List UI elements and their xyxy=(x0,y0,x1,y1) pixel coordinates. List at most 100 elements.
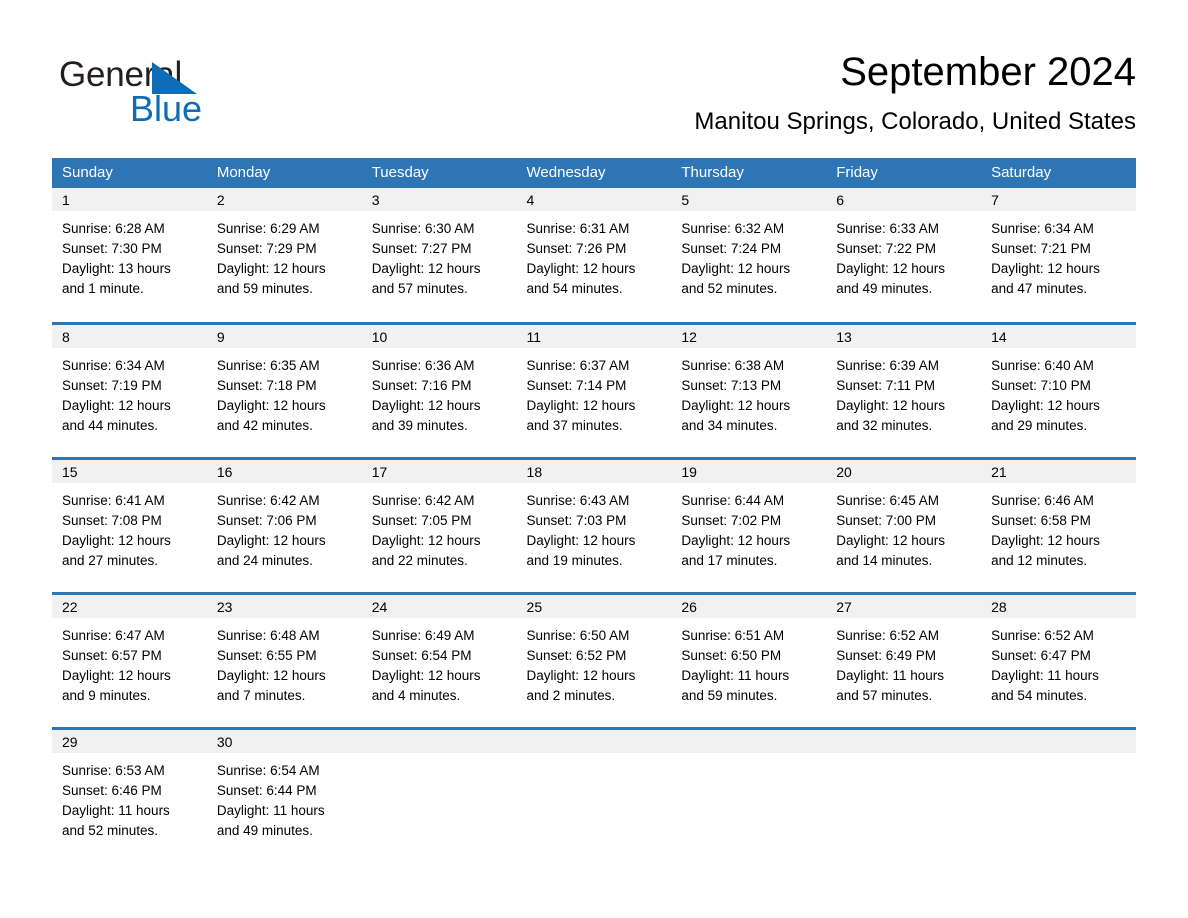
sunset-time: Sunset: 7:00 PM xyxy=(836,512,937,528)
day-number: 27 xyxy=(826,594,982,618)
day-details: Sunrise: 6:29 AM Sunset: 7:29 PM Daylight:… xyxy=(207,211,362,299)
calendar-day-cell[interactable]: 27 Sunrise: 6:52 AM Sunset: 6:49 PM Dayligh… xyxy=(826,591,982,728)
day-details: Sunrise: 6:50 AM Sunset: 6:52 PM Daylight:… xyxy=(517,618,672,706)
day-number: 24 xyxy=(361,594,517,618)
calendar-week-row: 22 Sunrise: 6:47 AM Sunset: 6:57 PM Dayligh… xyxy=(52,591,1136,728)
calendar-day-cell[interactable]: 24 Sunrise: 6:49 AM Sunset: 6:54 PM Dayligh… xyxy=(361,591,517,728)
sunrise-time: Sunrise: 6:49 AM xyxy=(371,627,475,643)
daylight-duration-line-2: and 57 minutes. xyxy=(836,687,933,703)
calendar-day-cell[interactable]: 28 Sunrise: 6:52 AM Sunset: 6:47 PM Dayligh… xyxy=(981,591,1136,728)
calendar-header-row: Sunday Monday Tuesday Wednesday Thursday… xyxy=(52,158,1136,188)
calendar-day-cell[interactable]: 1 Sunrise: 6:28 AM Sunset: 7:30 PM Daylight… xyxy=(52,188,207,323)
day-details: Sunrise: 6:43 AM Sunset: 7:03 PM Daylight:… xyxy=(517,483,672,571)
calendar-day-cell[interactable]: 7 Sunrise: 6:34 AM Sunset: 7:21 PM Daylight… xyxy=(981,188,1136,323)
daylight-duration-line-2: and 17 minutes. xyxy=(681,552,778,568)
sunrise-time: Sunrise: 6:40 AM xyxy=(991,357,1094,373)
day-details: Sunrise: 6:47 AM Sunset: 6:57 PM Daylight:… xyxy=(52,618,207,706)
day-details: Sunrise: 6:44 AM Sunset: 7:02 PM Daylight:… xyxy=(671,483,826,571)
sunset-time: Sunset: 7:03 PM xyxy=(526,512,627,528)
calendar-day-cell[interactable]: 19 Sunrise: 6:44 AM Sunset: 7:02 PM Dayligh… xyxy=(671,456,827,593)
calendar-day-cell[interactable]: 26 Sunrise: 6:51 AM Sunset: 6:50 PM Dayligh… xyxy=(671,591,827,728)
calendar-cell-empty xyxy=(361,726,517,863)
sunrise-time: Sunrise: 6:54 AM xyxy=(216,762,320,778)
calendar-day-cell[interactable]: 11 Sunrise: 6:37 AM Sunset: 7:14 PM Dayligh… xyxy=(516,321,672,458)
daylight-duration-line-1: Daylight: 12 hours xyxy=(216,397,326,413)
daylight-duration-line-2: and 44 minutes. xyxy=(62,417,159,433)
day-details: Sunrise: 6:40 AM Sunset: 7:10 PM Daylight:… xyxy=(981,348,1136,436)
daylight-duration-line-1: Daylight: 12 hours xyxy=(216,667,326,683)
calendar-day-cell[interactable]: 3 Sunrise: 6:30 AM Sunset: 7:27 PM Daylight… xyxy=(361,188,517,323)
calendar-day-cell[interactable]: 15 Sunrise: 6:41 AM Sunset: 7:08 PM Dayligh… xyxy=(52,456,207,593)
sunrise-time: Sunrise: 6:29 AM xyxy=(216,221,320,236)
calendar-day-cell[interactable]: 5 Sunrise: 6:32 AM Sunset: 7:24 PM Daylight… xyxy=(671,188,827,323)
sunset-time: Sunset: 7:16 PM xyxy=(371,377,472,393)
column-header-wednesday: Wednesday xyxy=(516,158,672,188)
day-number: 15 xyxy=(52,459,207,483)
daylight-duration-line-1: Daylight: 12 hours xyxy=(62,397,171,413)
daylight-duration-line-1: Daylight: 12 hours xyxy=(526,397,636,413)
sunset-time: Sunset: 6:54 PM xyxy=(371,647,472,663)
sunset-time: Sunset: 7:13 PM xyxy=(681,377,782,393)
sunrise-time: Sunrise: 6:47 AM xyxy=(62,627,165,643)
calendar-day-cell[interactable]: 20 Sunrise: 6:45 AM Sunset: 7:00 PM Dayligh… xyxy=(826,456,982,593)
daylight-duration-line-1: Daylight: 12 hours xyxy=(62,532,171,548)
calendar-day-cell[interactable]: 22 Sunrise: 6:47 AM Sunset: 6:57 PM Dayligh… xyxy=(52,591,207,728)
calendar-day-cell[interactable]: 8 Sunrise: 6:34 AM Sunset: 7:19 PM Daylight… xyxy=(52,321,207,458)
day-number: 10 xyxy=(361,324,517,348)
sunrise-time: Sunrise: 6:34 AM xyxy=(991,221,1094,236)
sunset-time: Sunset: 7:05 PM xyxy=(371,512,472,528)
sunrise-time: Sunrise: 6:28 AM xyxy=(62,221,165,236)
sunset-time: Sunset: 7:08 PM xyxy=(62,512,162,528)
daylight-duration-line-1: Daylight: 12 hours xyxy=(62,667,171,683)
sunrise-time: Sunrise: 6:43 AM xyxy=(526,492,630,508)
sunset-time: Sunset: 6:52 PM xyxy=(526,647,627,663)
sunrise-time: Sunrise: 6:39 AM xyxy=(836,357,940,373)
calendar-day-cell[interactable]: 12 Sunrise: 6:38 AM Sunset: 7:13 PM Dayligh… xyxy=(671,321,827,458)
daylight-duration-line-1: Daylight: 11 hours xyxy=(62,802,170,818)
calendar-day-cell[interactable]: 10 Sunrise: 6:36 AM Sunset: 7:16 PM Dayligh… xyxy=(361,321,517,458)
daylight-duration-line-1: Daylight: 11 hours xyxy=(836,667,945,683)
calendar-day-cell[interactable]: 6 Sunrise: 6:33 AM Sunset: 7:22 PM Daylight… xyxy=(826,188,982,323)
daylight-duration-line-2: and 52 minutes. xyxy=(681,281,778,296)
day-details: Sunrise: 6:30 AM Sunset: 7:27 PM Daylight:… xyxy=(362,211,517,299)
daylight-duration-line-2: and 12 minutes. xyxy=(991,552,1088,568)
daylight-duration-line-2: and 27 minutes. xyxy=(62,552,159,568)
calendar-day-cell[interactable]: 18 Sunrise: 6:43 AM Sunset: 7:03 PM Dayligh… xyxy=(516,456,672,593)
calendar-day-cell[interactable]: 14 Sunrise: 6:40 AM Sunset: 7:10 PM Dayligh… xyxy=(981,321,1136,458)
calendar-day-cell[interactable]: 2 Sunrise: 6:29 AM Sunset: 7:29 PM Daylight… xyxy=(206,188,362,323)
calendar-day-cell[interactable]: 4 Sunrise: 6:31 AM Sunset: 7:26 PM Daylight… xyxy=(516,188,672,323)
calendar-day-cell[interactable]: 25 Sunrise: 6:50 AM Sunset: 6:52 PM Dayligh… xyxy=(516,591,672,728)
title-block: September 2024 Manitou Springs, Colorado… xyxy=(336,48,1136,137)
daylight-duration-line-1: Daylight: 12 hours xyxy=(836,397,946,413)
calendar-day-cell[interactable]: 9 Sunrise: 6:35 AM Sunset: 7:18 PM Daylight… xyxy=(206,321,362,458)
daylight-duration-line-1: Daylight: 12 hours xyxy=(836,532,946,548)
day-details: Sunrise: 6:38 AM Sunset: 7:13 PM Daylight:… xyxy=(671,348,826,436)
calendar-day-cell[interactable]: 30 Sunrise: 6:54 AM Sunset: 6:44 PM Dayligh… xyxy=(206,726,362,863)
calendar-day-cell[interactable]: 16 Sunrise: 6:42 AM Sunset: 7:06 PM Dayligh… xyxy=(206,456,362,593)
calendar-day-cell[interactable]: 17 Sunrise: 6:42 AM Sunset: 7:05 PM Dayligh… xyxy=(361,456,517,593)
page-title: September 2024 xyxy=(840,50,1136,94)
column-header-friday: Friday xyxy=(826,158,982,188)
day-number: 7 xyxy=(981,188,1136,211)
daylight-duration-line-2: and 19 minutes. xyxy=(526,552,623,568)
sunrise-time: Sunrise: 6:37 AM xyxy=(526,357,630,373)
calendar-day-cell[interactable]: 29 Sunrise: 6:53 AM Sunset: 6:46 PM Dayligh… xyxy=(52,726,207,863)
calendar-cell-empty xyxy=(981,726,1136,863)
day-number: 12 xyxy=(671,324,827,348)
sunrise-sunset-calendar: Sunday Monday Tuesday Wednesday Thursday… xyxy=(52,158,1136,863)
calendar-day-cell[interactable]: 23 Sunrise: 6:48 AM Sunset: 6:55 PM Dayligh… xyxy=(206,591,362,728)
sunrise-time: Sunrise: 6:42 AM xyxy=(371,492,475,508)
sunset-time: Sunset: 6:57 PM xyxy=(62,647,162,663)
day-number: 26 xyxy=(671,594,827,618)
column-header-saturday: Saturday xyxy=(981,158,1136,188)
calendar-day-cell[interactable]: 13 Sunrise: 6:39 AM Sunset: 7:11 PM Dayligh… xyxy=(826,321,982,458)
sunrise-time: Sunrise: 6:52 AM xyxy=(836,627,940,643)
calendar-day-cell[interactable]: 21 Sunrise: 6:46 AM Sunset: 6:58 PM Dayligh… xyxy=(981,456,1136,593)
daylight-duration-line-2: and 2 minutes. xyxy=(526,687,616,703)
daylight-duration-line-2: and 9 minutes. xyxy=(62,687,151,703)
daylight-duration-line-1: Daylight: 12 hours xyxy=(681,397,791,413)
daylight-duration-line-2: and 1 minute. xyxy=(62,281,144,296)
day-number: 3 xyxy=(361,188,517,211)
day-number: 20 xyxy=(826,459,982,483)
day-number: 8 xyxy=(52,324,207,348)
